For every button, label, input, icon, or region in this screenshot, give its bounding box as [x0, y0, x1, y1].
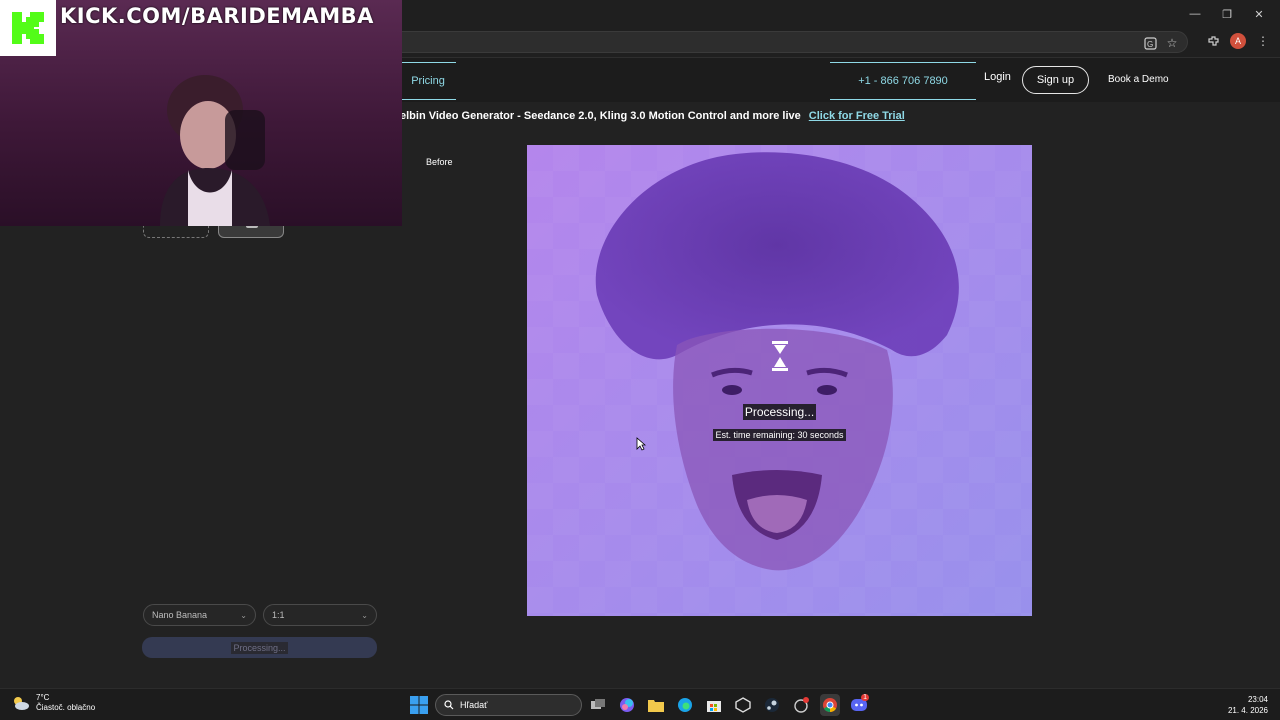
taskbar: 7°C Čiastoč. oblačno Hľadať 1 23:04 21. … — [0, 688, 1280, 720]
screen: — ❐ ✕ G ☆ A ⋮ Pricing +1 - 866 706 7890 … — [0, 0, 1280, 720]
discord-icon[interactable]: 1 — [849, 694, 869, 716]
edge-browser-icon[interactable] — [675, 694, 695, 716]
menu-kebab-icon[interactable]: ⋮ — [1254, 32, 1272, 50]
aspect-ratio-select[interactable]: 1:1 ⌄ — [263, 604, 377, 626]
package-app-icon[interactable] — [733, 694, 753, 716]
book-demo-link[interactable]: Book a Demo — [1108, 74, 1169, 85]
weather-text: 7°C Čiastoč. oblačno — [36, 693, 95, 713]
microsoft-store-icon[interactable] — [704, 694, 724, 716]
login-link[interactable]: Login — [984, 71, 1011, 83]
close-button[interactable]: ✕ — [1246, 4, 1272, 24]
profile-avatar[interactable]: A — [1230, 33, 1246, 49]
nav-phone-link[interactable]: +1 - 866 706 7890 — [830, 62, 976, 100]
extensions-icon[interactable] — [1204, 32, 1222, 50]
banner-text: elbin Video Generator - Seedance 2.0, Kl… — [400, 110, 801, 122]
aspect-ratio-value: 1:1 — [272, 610, 285, 620]
kick-logo-icon — [8, 8, 48, 48]
omnibox-icons: G ☆ — [1141, 34, 1181, 52]
hourglass-icon — [772, 341, 788, 371]
generate-button-label: Processing... — [231, 641, 288, 654]
minimize-button[interactable]: — — [1182, 4, 1208, 24]
processing-status-text: Processing... — [742, 404, 817, 420]
mouse-cursor-icon — [636, 437, 646, 451]
model-select-value: Nano Banana — [152, 610, 208, 620]
bookmark-star-icon[interactable]: ☆ — [1163, 34, 1181, 52]
signup-button[interactable]: Sign up — [1022, 66, 1089, 94]
kick-logo-box — [0, 0, 56, 56]
processing-status: Processing... — [527, 403, 1032, 421]
weather-desc: Čiastoč. oblačno — [36, 703, 96, 712]
stream-url: KICK.COM/BARIDEMAMBA — [60, 4, 374, 28]
translate-icon[interactable]: G — [1141, 34, 1159, 52]
webcam-overlay: KICK.COM/BARIDEMAMBA — [0, 0, 402, 226]
announcement-banner: elbin Video Generator - Seedance 2.0, Kl… — [400, 108, 905, 124]
before-label: Before — [426, 157, 453, 167]
search-placeholder: Hľadať — [460, 700, 488, 710]
copilot-icon[interactable] — [617, 694, 637, 716]
task-view-icon[interactable] — [588, 694, 608, 716]
restore-button[interactable]: ❐ — [1214, 4, 1240, 24]
steam-icon[interactable] — [762, 694, 782, 716]
weather-temp: 7°C — [36, 693, 50, 702]
address-bar[interactable]: G ☆ — [380, 31, 1188, 53]
clock-date: 21. 4. 2026 — [1227, 706, 1268, 715]
app-with-notification-icon[interactable] — [791, 694, 811, 716]
toolbar-actions: A ⋮ — [1204, 32, 1272, 50]
nav-link-pricing[interactable]: Pricing — [400, 62, 456, 100]
partly-cloudy-icon — [14, 697, 29, 710]
file-explorer-icon[interactable] — [646, 694, 666, 716]
face-image — [595, 152, 959, 571]
search-icon — [444, 700, 454, 710]
pinned-apps: 1 — [588, 694, 869, 716]
system-clock[interactable]: 23:04 21. 4. 2026 — [1228, 694, 1268, 716]
streamer-figure — [160, 75, 270, 226]
processing-eta: Est. time remaining: 30 seconds — [527, 425, 1032, 443]
clock-time: 23:04 — [1247, 695, 1268, 704]
chrome-icon[interactable] — [820, 694, 840, 716]
free-trial-link[interactable]: Click for Free Trial — [809, 110, 905, 122]
generate-button[interactable]: Processing... — [142, 637, 377, 658]
preview-canvas: Processing... Est. time remaining: 30 se… — [527, 145, 1032, 616]
svg-text:G: G — [1147, 40, 1153, 49]
model-select[interactable]: Nano Banana ⌄ — [143, 604, 256, 626]
chevron-down-icon: ⌄ — [361, 610, 368, 620]
taskbar-search[interactable]: Hľadať — [435, 694, 582, 716]
windows-start-icon[interactable] — [410, 696, 428, 714]
processing-eta-text: Est. time remaining: 30 seconds — [713, 429, 846, 441]
window-controls: — ❐ ✕ — [1182, 4, 1272, 24]
weather-widget[interactable]: 7°C Čiastoč. oblačno — [10, 693, 95, 713]
chevron-down-icon: ⌄ — [240, 610, 247, 620]
discord-badge: 1 — [861, 694, 869, 701]
